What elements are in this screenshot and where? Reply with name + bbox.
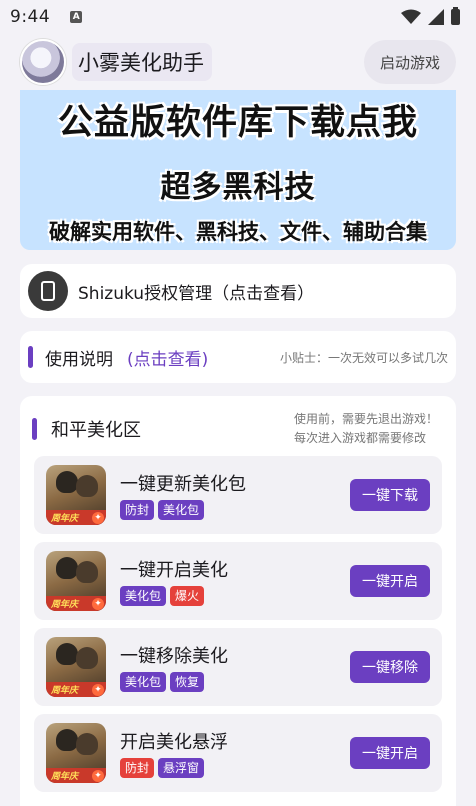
item-tags: 美化包 恢复: [120, 672, 205, 692]
item-title: 一键移除美化: [120, 646, 228, 667]
list-item: 周年庆 ✦ 一键开启美化 美化包 爆火 一键开启: [34, 542, 442, 620]
banner-subheadline: 超多黑科技: [160, 170, 316, 205]
status-icons: [401, 7, 460, 25]
launch-game-button[interactable]: 启动游戏: [363, 40, 456, 84]
star-icon: ✦: [92, 512, 104, 524]
signal-icon: [428, 9, 444, 25]
star-icon: ✦: [92, 770, 104, 782]
item-tags: 防封 悬浮窗: [120, 758, 205, 778]
list-item: 周年庆 ✦ 开启美化悬浮 防封 悬浮窗 一键开启: [34, 714, 442, 792]
game-icon: 周年庆 ✦: [46, 723, 106, 783]
status-bar: 9:44 A: [0, 0, 476, 34]
app-header: 小雾美化助手 启动游戏: [0, 34, 476, 90]
game-icon-badge: 周年庆: [51, 686, 79, 696]
tag: 美化包: [158, 500, 205, 520]
section-header: 和平美化区: [32, 416, 141, 442]
phone-icon: [28, 271, 68, 311]
section-note-line: 每次进入游戏都需要修改: [293, 431, 426, 445]
notification-a-icon: A: [70, 11, 83, 23]
avatar[interactable]: [20, 39, 66, 85]
guide-link[interactable]: (点击查看): [127, 345, 208, 370]
game-icon-badge: 周年庆: [51, 600, 79, 610]
tag: 悬浮窗: [158, 758, 205, 778]
shizuku-label: Shizuku授权管理（点击查看）: [78, 283, 315, 304]
section-note: 使用前，需要先退出游戏！ 每次进入游戏都需要修改: [294, 410, 438, 448]
guide-card[interactable]: 使用说明 (点击查看) 小贴士：一次无效可以多试几次: [20, 331, 456, 383]
promo-banner[interactable]: 公益版软件库下载点我 超多黑科技 破解实用软件、黑科技、文件、辅助合集: [20, 90, 456, 250]
remove-button[interactable]: 一键移除: [350, 651, 430, 683]
section-note-line: 使用前，需要先退出游戏！: [293, 412, 438, 426]
game-icon: 周年庆 ✦: [46, 637, 106, 697]
beautify-section: 和平美化区 使用前，需要先退出游戏！ 每次进入游戏都需要修改 周年庆 ✦ 一键更…: [20, 396, 456, 806]
banner-headline: 公益版软件库下载点我: [57, 103, 418, 143]
guide-tip: 小贴士：一次无效可以多试几次: [279, 350, 448, 365]
app-title: 小雾美化助手: [72, 43, 212, 81]
enable-button[interactable]: 一键开启: [350, 565, 430, 597]
guide-title: 使用说明: [45, 349, 113, 370]
enable-float-button[interactable]: 一键开启: [350, 737, 430, 769]
item-title: 一键更新美化包: [120, 474, 246, 495]
tag: 防封: [120, 500, 155, 520]
game-icon-badge: 周年庆: [51, 772, 79, 782]
tag: 美化包: [120, 672, 167, 692]
tag: 爆火: [170, 586, 205, 606]
wifi-icon: [401, 9, 421, 24]
battery-icon: [451, 7, 460, 25]
section-title: 和平美化区: [51, 420, 141, 441]
game-icon: 周年庆 ✦: [46, 551, 106, 611]
tag: 恢复: [170, 672, 205, 692]
tag: 美化包: [120, 586, 167, 606]
list-item: 周年庆 ✦ 一键更新美化包 防封 美化包 一键下载: [34, 456, 442, 534]
download-button[interactable]: 一键下载: [350, 479, 430, 511]
accent-bar: [28, 346, 33, 368]
item-tags: 防封 美化包: [120, 500, 205, 520]
game-icon-badge: 周年庆: [51, 514, 79, 524]
star-icon: ✦: [92, 684, 104, 696]
game-icon: 周年庆 ✦: [46, 465, 106, 525]
item-title: 一键开启美化: [120, 560, 228, 581]
item-title: 开启美化悬浮: [120, 732, 228, 753]
accent-bar: [32, 418, 37, 440]
item-tags: 美化包 爆火: [120, 586, 205, 606]
shizuku-card[interactable]: Shizuku授权管理（点击查看）: [20, 264, 456, 318]
list-item: 周年庆 ✦ 一键移除美化 美化包 恢复 一键移除: [34, 628, 442, 706]
star-icon: ✦: [92, 598, 104, 610]
tag: 防封: [120, 758, 155, 778]
banner-caption: 破解实用软件、黑科技、文件、辅助合集: [49, 220, 427, 244]
status-time: 9:44: [10, 7, 51, 27]
